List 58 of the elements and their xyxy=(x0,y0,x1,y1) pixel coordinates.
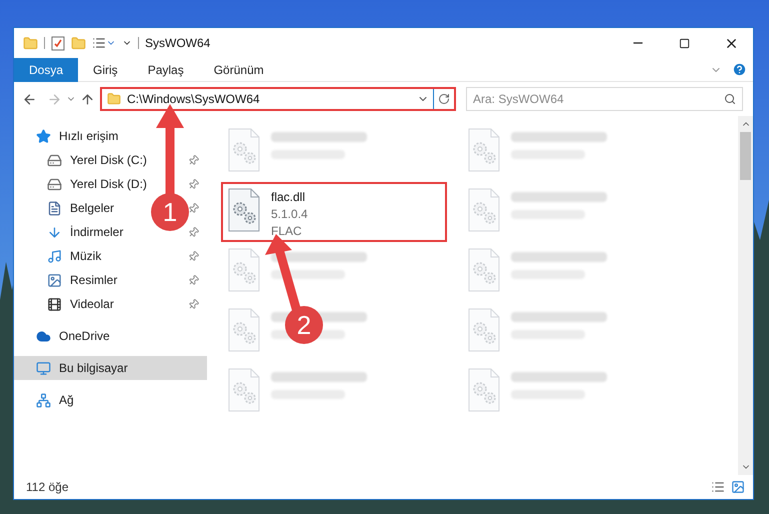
file-icon xyxy=(467,128,501,172)
drive-icon xyxy=(47,152,62,168)
drive-icon xyxy=(47,176,62,192)
music-note-icon xyxy=(47,248,62,264)
film-icon xyxy=(47,296,62,312)
large-icons-view-icon[interactable] xyxy=(731,480,745,494)
file-icon xyxy=(467,308,501,352)
sidebar-item[interactable]: Bu bilgisayar xyxy=(36,359,128,377)
search-icon[interactable] xyxy=(724,93,736,105)
cloud-icon xyxy=(36,328,51,344)
up-icon[interactable] xyxy=(80,92,95,106)
file-name: flac.dll xyxy=(271,189,306,206)
file-icon xyxy=(227,248,261,292)
scrollbar[interactable] xyxy=(738,116,753,475)
sidebar-item[interactable]: Müzik xyxy=(47,247,102,265)
down-arrow-icon xyxy=(47,224,62,240)
details-view-icon[interactable] xyxy=(711,480,725,494)
file-icon xyxy=(227,308,261,352)
file-icon xyxy=(467,188,501,232)
file-detail: FLAC xyxy=(271,223,303,240)
picture-icon xyxy=(47,272,62,288)
network-icon xyxy=(36,392,51,408)
folder-icon xyxy=(107,92,121,106)
maximize-icon[interactable] xyxy=(679,38,690,48)
sidebar-item[interactable]: İndirmeler xyxy=(47,223,124,241)
window-title: SysWOW64 xyxy=(145,35,210,52)
scroll-thumb[interactable] xyxy=(740,132,751,180)
document-icon xyxy=(47,200,62,216)
sidebar-item[interactable]: Belgeler xyxy=(47,199,114,217)
sidebar-item[interactable]: Yerel Disk (C:) xyxy=(47,151,147,169)
file-detail: 5.1.0.4 xyxy=(271,206,308,223)
ribbon-tab[interactable]: Görünüm xyxy=(198,58,279,82)
star-icon xyxy=(36,128,51,144)
file-icon xyxy=(467,248,501,292)
search-field[interactable]: Ara: SysWOW64 xyxy=(466,87,743,111)
sidebar-item[interactable]: Videolar xyxy=(47,295,114,313)
file-icon xyxy=(227,128,261,172)
ribbon-tab[interactable]: Paylaş xyxy=(132,58,199,82)
file-icon xyxy=(227,188,261,232)
back-icon[interactable] xyxy=(22,92,37,106)
monitor-icon xyxy=(36,360,51,376)
item-count: 112 öğe xyxy=(26,479,70,496)
sidebar-item[interactable]: Hızlı erişim xyxy=(36,127,118,145)
help-icon[interactable] xyxy=(732,62,747,77)
address-path: C:\Windows\SysWOW64 xyxy=(127,91,261,108)
ribbon-tab[interactable]: Dosya xyxy=(14,58,78,82)
address-bar[interactable]: C:\Windows\SysWOW64 xyxy=(100,87,456,111)
sidebar-item[interactable]: Ağ xyxy=(36,391,74,409)
file-icon xyxy=(467,368,501,412)
sidebar-item[interactable]: Resimler xyxy=(47,271,118,289)
sidebar-item[interactable]: OneDrive xyxy=(36,327,110,345)
checklist-icon[interactable] xyxy=(51,36,65,50)
sidebar-item[interactable]: Yerel Disk (D:) xyxy=(47,175,147,193)
properties-icon[interactable] xyxy=(92,36,106,50)
ribbon-tab[interactable]: Giriş xyxy=(78,58,133,82)
refresh-icon[interactable] xyxy=(438,93,450,105)
file-icon xyxy=(227,368,261,412)
file-item[interactable]: flac.dll 5.1.0.4 FLAC xyxy=(221,182,447,242)
